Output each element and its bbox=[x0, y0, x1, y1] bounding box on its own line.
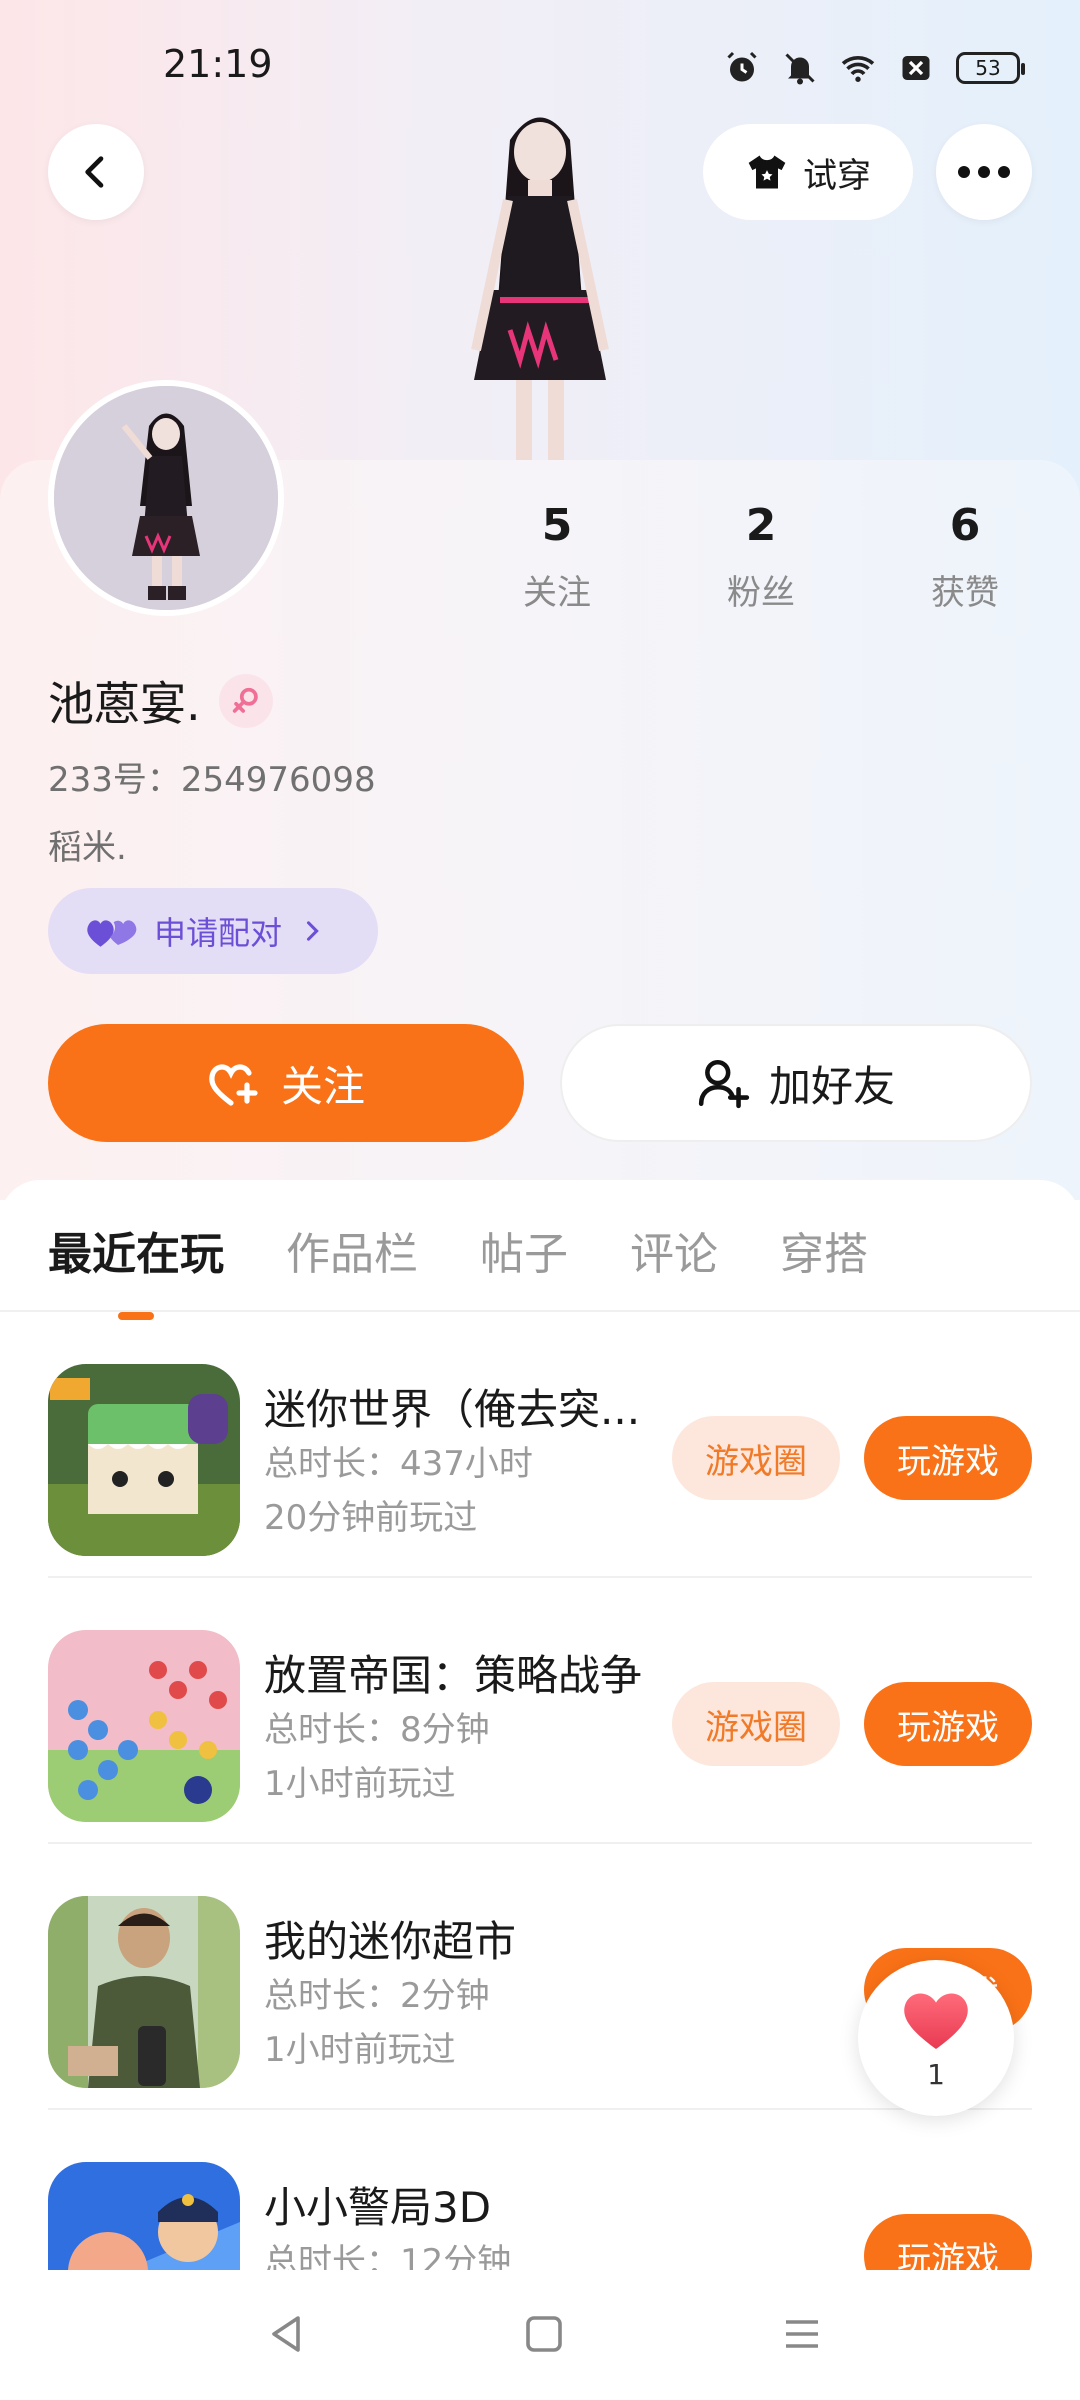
nav-menu-icon[interactable] bbox=[778, 2310, 826, 2358]
double-heart-icon bbox=[87, 920, 137, 947]
back-arrow-icon bbox=[85, 156, 104, 188]
game-last-played: 20分钟前玩过 bbox=[264, 1498, 478, 1538]
game-total-time: 总时长：437小时 bbox=[264, 1444, 533, 1484]
alarm-icon bbox=[727, 51, 757, 82]
heart-icon bbox=[904, 1993, 968, 2049]
floating-like-button[interactable]: 1 bbox=[858, 1960, 1014, 2116]
stat-following[interactable]: 5 关注 bbox=[487, 500, 627, 614]
game-circle-button[interactable]: 游戏圈 bbox=[672, 1416, 840, 1500]
battery-indicator: 53 bbox=[956, 52, 1025, 84]
user-bio: 稻米. bbox=[48, 828, 127, 868]
stat-value: 2 bbox=[745, 500, 777, 551]
profile-tabs: 最近在玩 作品栏 帖子 评论 穿搭 bbox=[48, 1218, 868, 1320]
avatar-image bbox=[54, 386, 278, 610]
tab-recently-played[interactable]: 最近在玩 bbox=[48, 1218, 224, 1320]
tab-works[interactable]: 作品栏 bbox=[286, 1218, 418, 1282]
stat-followers[interactable]: 2 粉丝 bbox=[691, 500, 831, 614]
game-icon-mini-supermarket bbox=[48, 1896, 240, 2088]
status-time: 21:19 bbox=[163, 42, 273, 86]
more-dots-icon bbox=[958, 166, 1010, 178]
game-last-played: 1小时前玩过 bbox=[264, 2030, 456, 2070]
game-total-time: 总时长：8分钟 bbox=[264, 1710, 490, 1750]
play-game-button[interactable]: 玩游戏 bbox=[864, 1416, 1032, 1500]
stat-label: 粉丝 bbox=[727, 573, 795, 613]
more-button[interactable] bbox=[936, 124, 1032, 220]
game-list-item[interactable]: 放置帝国：策略战争 总时长：8分钟 1小时前玩过 游戏圈 玩游戏 bbox=[48, 1578, 1032, 1844]
game-icon-little-police-station bbox=[48, 2162, 240, 2270]
play-game-button[interactable]: 玩游戏 bbox=[864, 1682, 1032, 1766]
follow-button[interactable]: 关注 bbox=[48, 1024, 524, 1142]
add-friend-label: 加好友 bbox=[768, 1061, 895, 1111]
avatar-3d-figure bbox=[471, 117, 609, 460]
wifi-icon bbox=[841, 56, 875, 82]
tab-posts[interactable]: 帖子 bbox=[480, 1218, 568, 1282]
request-pair-label: 申请配对 bbox=[154, 914, 283, 952]
user-id: 233号：254976098 bbox=[48, 760, 376, 800]
request-pair-button[interactable]: 申请配对 bbox=[48, 888, 378, 974]
battery-level: 53 bbox=[975, 56, 1001, 80]
profile-avatar[interactable] bbox=[48, 380, 284, 616]
game-total-time: 总时长：2分钟 bbox=[264, 1976, 490, 2016]
try-on-button[interactable]: 试穿 bbox=[703, 124, 913, 220]
chevron-right-icon bbox=[306, 921, 319, 941]
stat-label: 关注 bbox=[523, 573, 591, 613]
tab-outfits[interactable]: 穿搭 bbox=[780, 1218, 868, 1282]
play-game-button[interactable]: 玩游戏 bbox=[864, 2214, 1032, 2270]
try-on-label: 试穿 bbox=[803, 155, 871, 196]
like-count: 1 bbox=[927, 2057, 945, 2091]
game-last-played: 1小时前玩过 bbox=[264, 1764, 456, 1804]
stat-likes[interactable]: 6 获赞 bbox=[895, 500, 1035, 614]
game-icon-idle-empire bbox=[48, 1630, 240, 1822]
game-title: 我的迷你超市 bbox=[264, 1917, 517, 1966]
heart-plus-icon bbox=[209, 1064, 258, 1106]
tab-comments[interactable]: 评论 bbox=[630, 1218, 718, 1282]
username-row: 池蒽宴. bbox=[48, 668, 273, 734]
username: 池蒽宴. bbox=[48, 677, 201, 731]
game-icon-mini-world bbox=[48, 1364, 240, 1556]
sim-blocked-icon bbox=[902, 56, 930, 80]
game-total-time: 总时长：12分钟 bbox=[264, 2242, 512, 2270]
nav-home-icon[interactable] bbox=[520, 2310, 568, 2358]
game-title: 迷你世界（俺去突... bbox=[264, 1385, 641, 1434]
game-list-item[interactable]: 迷你世界（俺去突... 总时长：437小时 20分钟前玩过 游戏圈 玩游戏 bbox=[48, 1312, 1032, 1578]
game-title: 小小警局3D bbox=[264, 2183, 492, 2232]
game-title: 放置帝国：策略战争 bbox=[264, 1651, 643, 1700]
follow-label: 关注 bbox=[280, 1061, 365, 1111]
nav-back-icon[interactable] bbox=[262, 2310, 310, 2358]
stat-value: 6 bbox=[949, 500, 981, 551]
game-circle-button[interactable]: 游戏圈 bbox=[672, 1682, 840, 1766]
mute-bell-icon bbox=[785, 53, 815, 85]
stat-value: 5 bbox=[541, 500, 573, 551]
back-button[interactable] bbox=[48, 124, 144, 220]
system-navigation-bar bbox=[0, 2270, 1080, 2400]
shirt-icon bbox=[748, 155, 786, 189]
add-friend-button[interactable]: 加好友 bbox=[560, 1024, 1032, 1142]
game-list-item[interactable]: 小小警局3D 总时长：12分钟 玩游戏 bbox=[48, 2110, 1032, 2270]
female-gender-icon bbox=[218, 674, 273, 728]
add-user-icon bbox=[698, 1059, 750, 1109]
stat-label: 获赞 bbox=[931, 573, 999, 613]
